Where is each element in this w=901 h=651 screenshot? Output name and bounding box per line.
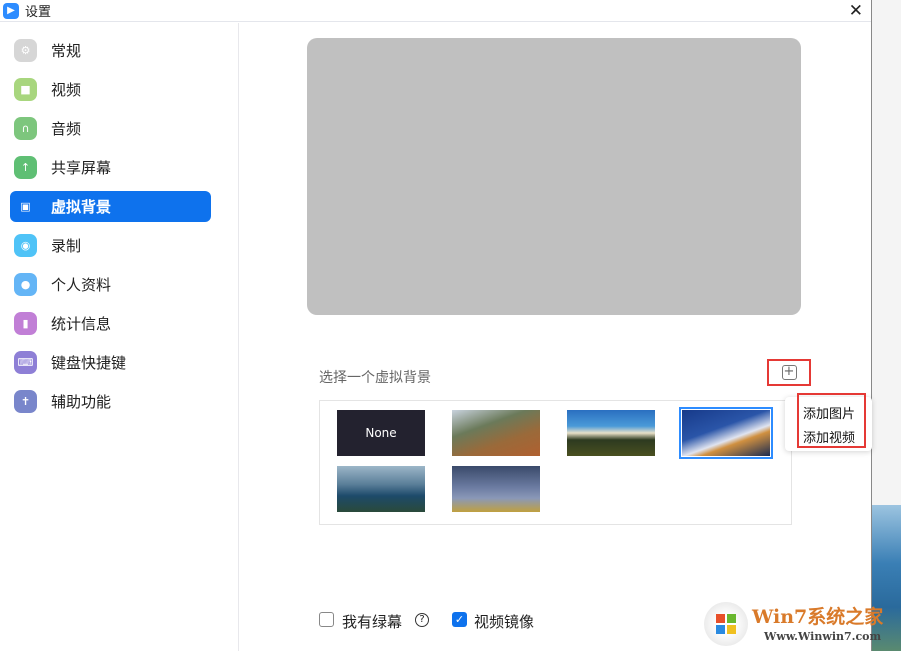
app-logo-icon: ▶	[3, 3, 19, 19]
plus-icon: +	[782, 365, 797, 380]
background-thumbnail-snow-mountain[interactable]	[682, 410, 770, 456]
headphones-icon: ∩	[14, 117, 37, 140]
title-bar: ▶ 设置 ✕	[0, 0, 871, 22]
virtual-background-icon: ▣	[14, 195, 37, 218]
video-camera-icon: ■	[14, 78, 37, 101]
watermark: Win7系统之家 Www.Winwin7.com	[704, 600, 894, 650]
sidebar-item-virtual-background[interactable]: ▣ 虚拟背景	[10, 191, 211, 222]
sidebar-item-label: 常规	[51, 40, 81, 61]
background-thumbnail-autumn-valley[interactable]	[452, 410, 540, 456]
sidebar-item-label: 键盘快捷键	[51, 352, 126, 373]
record-icon: ◉	[14, 234, 37, 257]
windows-logo-icon	[704, 602, 748, 646]
sidebar-item-gear[interactable]: ⚙ 常规	[10, 35, 211, 66]
menu-item-add-video[interactable]: 添加视频	[803, 427, 855, 446]
mirror-video-checkbox[interactable]: ✓	[452, 612, 467, 627]
sidebar-item-label: 统计信息	[51, 313, 111, 334]
keyboard-icon: ⌨	[14, 351, 37, 374]
watermark-brand: Win7系统之家	[752, 602, 883, 629]
add-background-button[interactable]: +	[767, 359, 811, 386]
desktop-background	[872, 0, 901, 651]
menu-item-add-image[interactable]: 添加图片	[803, 403, 855, 422]
help-icon[interactable]: ?	[415, 613, 429, 627]
statistics-icon: ▮	[14, 312, 37, 335]
sidebar-item-label: 辅助功能	[51, 391, 111, 412]
watermark-url: Www.Winwin7.com	[764, 630, 881, 643]
sidebar-item-accessibility[interactable]: ✝ 辅助功能	[10, 386, 211, 417]
mirror-video-label: 视频镜像	[474, 611, 534, 632]
background-thumbnail-snow-forest[interactable]	[452, 466, 540, 512]
sidebar-item-label: 录制	[51, 235, 81, 256]
share-screen-icon: ↑	[14, 156, 37, 179]
sidebar-item-video-camera[interactable]: ■ 视频	[10, 74, 211, 105]
green-screen-checkbox[interactable]	[319, 612, 334, 627]
background-thumbnail-mountain-camp[interactable]	[567, 410, 655, 456]
window-title: 设置	[25, 1, 51, 20]
sidebar-item-label: 个人资料	[51, 274, 111, 295]
profile-icon: ●	[14, 273, 37, 296]
video-preview	[307, 38, 801, 315]
sidebar-item-statistics[interactable]: ▮ 统计信息	[10, 308, 211, 339]
background-thumbnail-cloudy-mountains[interactable]	[337, 466, 425, 512]
sidebar-item-label: 虚拟背景	[51, 196, 111, 217]
sidebar-item-share-screen[interactable]: ↑ 共享屏幕	[10, 152, 211, 183]
none-label: None	[365, 426, 396, 440]
sidebar-item-label: 音频	[51, 118, 81, 139]
choose-background-label: 选择一个虚拟背景	[319, 367, 431, 387]
settings-window: ▶ 设置 ✕ ⚙ 常规 ■ 视频 ∩ 音频 ↑ 共享屏幕 ▣ 虚拟背景 ◉ 录制 ● 个人资料 ▮ 统计信息 ⌨…	[0, 0, 872, 651]
sidebar: ⚙ 常规 ■ 视频 ∩ 音频 ↑ 共享屏幕 ▣ 虚拟背景 ◉ 录制 ● 个人资料 ▮ 统计信息 ⌨ 键盘快捷键 ✝ 辅…	[0, 23, 239, 651]
gear-icon: ⚙	[14, 39, 37, 62]
sidebar-item-label: 视频	[51, 79, 81, 100]
sidebar-item-label: 共享屏幕	[51, 157, 111, 178]
background-none[interactable]: None	[337, 410, 425, 456]
close-button[interactable]: ✕	[849, 1, 863, 21]
sidebar-item-headphones[interactable]: ∩ 音频	[10, 113, 211, 144]
accessibility-icon: ✝	[14, 390, 37, 413]
sidebar-item-profile[interactable]: ● 个人资料	[10, 269, 211, 300]
green-screen-label: 我有绿幕	[342, 611, 402, 632]
sidebar-item-record[interactable]: ◉ 录制	[10, 230, 211, 261]
sidebar-item-keyboard[interactable]: ⌨ 键盘快捷键	[10, 347, 211, 378]
